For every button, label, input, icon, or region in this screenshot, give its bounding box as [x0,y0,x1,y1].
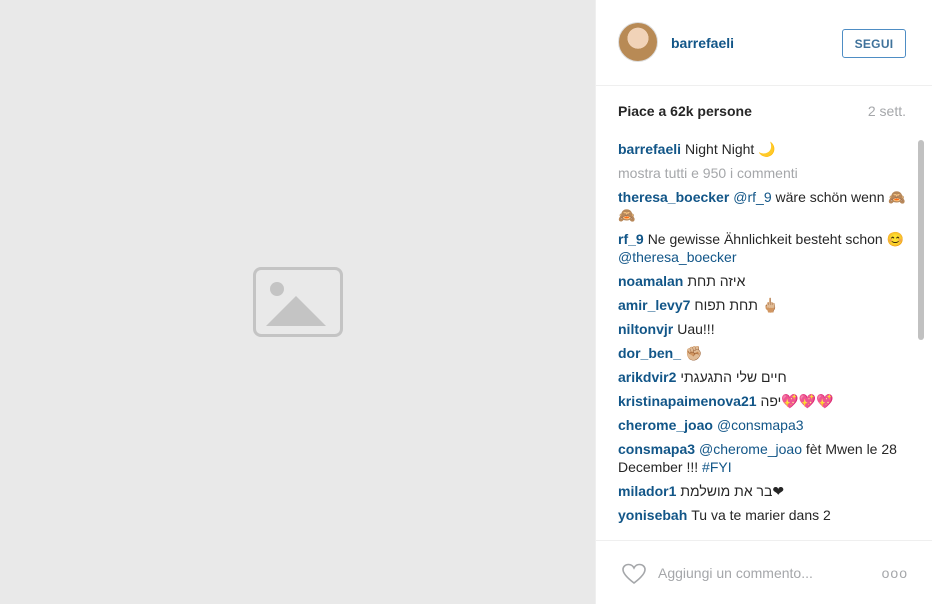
comment-username[interactable]: barrefaeli [618,141,681,157]
comment-row: noamalan איזה תחת [618,272,908,290]
comment-mention[interactable]: @consmapa3 [717,417,804,433]
likes-count[interactable]: Piace a 62k persone [618,103,752,119]
heart-icon[interactable] [622,563,646,585]
comment-username[interactable]: consmapa3 [618,441,695,457]
comment-row: rf_9 Ne gewisse Ähnlichkeit besteht schon… [618,230,908,266]
comment-username[interactable]: noamalan [618,273,683,289]
post-age: 2 sett. [867,103,906,119]
comment-row: theresa_boecker @rf_9 wäre schön wenn 🙈🙈 [618,188,908,224]
comment-text: Night Night 🌙 [685,141,776,157]
comment-row: arikdvir2 חיים שלי התגעגתי [618,368,908,386]
comment-text: Ne gewisse Ähnlichkeit besteht schon 😊 [647,231,905,247]
comment-row: barrefaeli Night Night 🌙 [618,140,908,158]
comment-mention[interactable]: @theresa_boecker [618,249,737,265]
avatar[interactable] [618,22,658,62]
comment-text: Uau!!! [677,321,715,337]
add-comment-input[interactable]: Aggiungi un commento... [658,565,813,581]
comment-username[interactable]: milador1 [618,483,676,499]
post-photo-placeholder[interactable] [0,0,596,604]
comment-username[interactable]: theresa_boecker [618,189,729,205]
comment-text: חיים שלי התגעגתי [680,369,787,385]
comment-username[interactable]: rf_9 [618,231,644,247]
comment-mention[interactable]: @cherome_joao [699,441,806,457]
comment-username[interactable]: cherome_joao [618,417,713,433]
comment-row: consmapa3 @cherome_joao fèt Mwen le 28 De… [618,440,908,476]
comment-text: יפה💖💖💖 [760,393,834,409]
post-view: barrefaeli SEGUI Piace a 62k persone 2 s… [0,0,932,604]
comment-text: Tu va te marier dans 2 [691,507,831,523]
comment-row: kristinapaimenova21 יפה💖💖💖 [618,392,908,410]
image-placeholder-icon [252,267,343,337]
comment-username[interactable]: kristinapaimenova21 [618,393,757,409]
comment-text: בר את מושלמת❤ [680,483,785,499]
comment-row: dor_ben_ ✊🏼 [618,344,908,362]
comment-row: yonisebah Tu va te marier dans 2 [618,506,908,524]
post-footer: Aggiungi un commento... ooo [596,540,932,604]
scrollbar-thumb[interactable] [918,140,924,340]
comment-username[interactable]: amir_levy7 [618,297,690,313]
comment-text: תחת תפוח 🖕🏼 [694,297,780,313]
comment-username[interactable]: yonisebah [618,507,687,523]
comment-row: amir_levy7 תחת תפוח 🖕🏼 [618,296,908,314]
post-sidebar: barrefaeli SEGUI Piace a 62k persone 2 s… [596,0,932,604]
comment-row: niltonvjr Uau!!! [618,320,908,338]
comment-username[interactable]: niltonvjr [618,321,673,337]
comment-row: cherome_joao @consmapa3 [618,416,908,434]
show-all-comments-link[interactable]: mostra tutti e 950 i commenti [618,164,908,182]
comment-username[interactable]: arikdvir2 [618,369,676,385]
comment-mention[interactable]: @rf_9 [733,189,775,205]
comment-list: barrefaeli Night Night 🌙 mostra tutti e 95… [618,140,908,538]
post-header: barrefaeli SEGUI [596,0,932,86]
follow-button[interactable]: SEGUI [842,29,906,58]
comment-scrollbar[interactable] [918,140,924,535]
comment-mention[interactable]: #FYI [698,459,732,475]
username-link[interactable]: barrefaeli [671,35,734,51]
comment-text: ✊🏼 [685,345,703,361]
comment-text: mostra tutti e 950 i commenti [618,165,798,181]
comment-row: milador1 בר את מושלמת❤ [618,482,908,500]
comment-text: איזה תחת [687,273,746,289]
more-options-icon[interactable]: ooo [882,565,908,581]
comment-username[interactable]: dor_ben_ [618,345,681,361]
